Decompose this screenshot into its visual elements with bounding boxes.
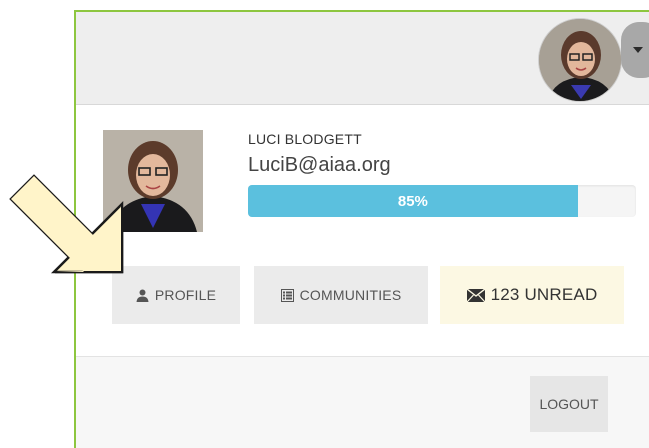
communities-button-label: COMMUNITIES: [299, 287, 402, 303]
list-icon: [280, 288, 294, 302]
user-menu-panel: LUCI BLODGETT LuciB@aiaa.org 85% PROFILE…: [74, 10, 649, 448]
user-name: LUCI BLODGETT: [248, 131, 362, 147]
menu-toggle-button[interactable]: [621, 22, 649, 78]
user-email: LuciB@aiaa.org: [248, 154, 391, 176]
logout-button-label: LOGOUT: [539, 396, 599, 412]
unread-button-label: 123 UNREAD: [490, 285, 598, 304]
envelope-icon: [466, 288, 485, 302]
avatar[interactable]: [538, 18, 622, 102]
pointer-arrow-icon: [9, 174, 124, 274]
profile-completion-bar: 85%: [248, 185, 636, 217]
user-photo: [539, 19, 621, 101]
profile-button-label: PROFILE: [154, 287, 217, 303]
logout-button[interactable]: LOGOUT: [530, 376, 608, 432]
caret-down-icon: [633, 47, 643, 53]
unread-messages-button[interactable]: 123 UNREAD: [440, 266, 624, 324]
communities-button[interactable]: COMMUNITIES: [254, 266, 428, 324]
progress-label: 85%: [397, 192, 428, 210]
top-bar: [76, 12, 649, 105]
